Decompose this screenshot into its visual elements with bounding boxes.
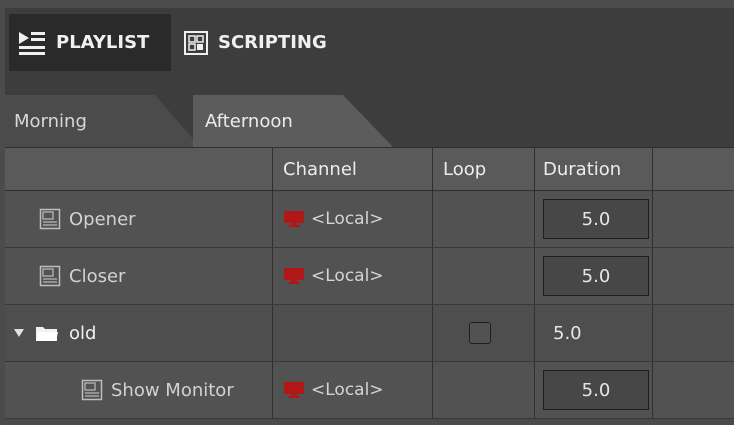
item-name: Opener <box>69 208 136 230</box>
duration-cell: 5.0 <box>535 248 653 304</box>
table-row[interactable]: old 5.0 <box>5 305 734 362</box>
table-header: Channel Loop Duration <box>5 147 734 191</box>
playlist-label: PLAYLIST <box>56 32 150 53</box>
channel-label: <Local> <box>311 380 384 400</box>
loop-cell <box>433 305 535 361</box>
table-row[interactable]: Opener <Local> 5.0 <box>5 191 734 248</box>
top-toolbar: PLAYLIST SCRIPTING <box>5 8 734 85</box>
item-name: old <box>69 322 97 344</box>
duration-cell: 5.0 <box>535 362 653 418</box>
monitor-icon <box>284 382 304 398</box>
tab-afternoon[interactable]: Afternoon <box>193 95 393 147</box>
name-cell: Closer <box>5 248 273 304</box>
scripting-button[interactable]: SCRIPTING <box>175 14 355 71</box>
item-name: Show Monitor <box>111 379 234 401</box>
extra-cell <box>653 362 734 418</box>
monitor-icon <box>284 268 304 284</box>
duration-value[interactable]: 5.0 <box>543 323 582 344</box>
tab-strip: Morning Afternoon <box>5 85 734 147</box>
table-row[interactable]: Closer <Local> 5.0 <box>5 248 734 305</box>
channel-label: <Local> <box>311 209 384 229</box>
loop-cell <box>433 191 535 247</box>
playlist-icon <box>19 31 45 55</box>
scripting-label: SCRIPTING <box>218 32 327 53</box>
duration-field[interactable]: 5.0 <box>543 370 649 410</box>
channel-cell[interactable] <box>273 305 433 361</box>
duration-field[interactable]: 5.0 <box>543 256 649 296</box>
playlist-button[interactable]: PLAYLIST <box>9 14 171 71</box>
extra-cell <box>653 191 734 247</box>
duration-cell: 5.0 <box>535 191 653 247</box>
column-header-name[interactable] <box>5 148 273 190</box>
loop-checkbox[interactable] <box>469 322 491 344</box>
channel-cell[interactable]: <Local> <box>273 362 433 418</box>
duration-field[interactable]: 5.0 <box>543 199 649 239</box>
item-name: Closer <box>69 265 126 287</box>
scripting-icon <box>184 30 208 55</box>
expand-arrow-icon[interactable] <box>13 327 25 339</box>
name-cell: old <box>5 305 273 361</box>
scene-icon <box>39 208 61 230</box>
loop-cell <box>433 362 535 418</box>
column-header-loop[interactable]: Loop <box>433 148 535 190</box>
column-header-extra <box>653 148 734 190</box>
folder-icon <box>36 327 58 341</box>
tab-label: Morning <box>14 110 87 132</box>
scene-icon <box>39 265 61 287</box>
duration-cell: 5.0 <box>535 305 653 361</box>
extra-cell <box>653 305 734 361</box>
loop-cell <box>433 248 535 304</box>
playlist-panel: PLAYLIST SCRIPTING Morning Afternoon Cha… <box>5 8 734 425</box>
scene-icon <box>81 379 103 401</box>
name-cell: Show Monitor <box>5 362 273 418</box>
column-header-duration[interactable]: Duration <box>535 148 653 190</box>
channel-label: <Local> <box>311 266 384 286</box>
column-header-channel[interactable]: Channel <box>273 148 433 190</box>
channel-cell[interactable]: <Local> <box>273 248 433 304</box>
channel-cell[interactable]: <Local> <box>273 191 433 247</box>
tab-label: Afternoon <box>205 110 293 132</box>
extra-cell <box>653 248 734 304</box>
name-cell: Opener <box>5 191 273 247</box>
monitor-icon <box>284 211 304 227</box>
table-row[interactable]: Show Monitor <Local> 5.0 <box>5 362 734 419</box>
tab-morning[interactable]: Morning <box>5 95 200 147</box>
table-empty-area <box>5 419 734 425</box>
